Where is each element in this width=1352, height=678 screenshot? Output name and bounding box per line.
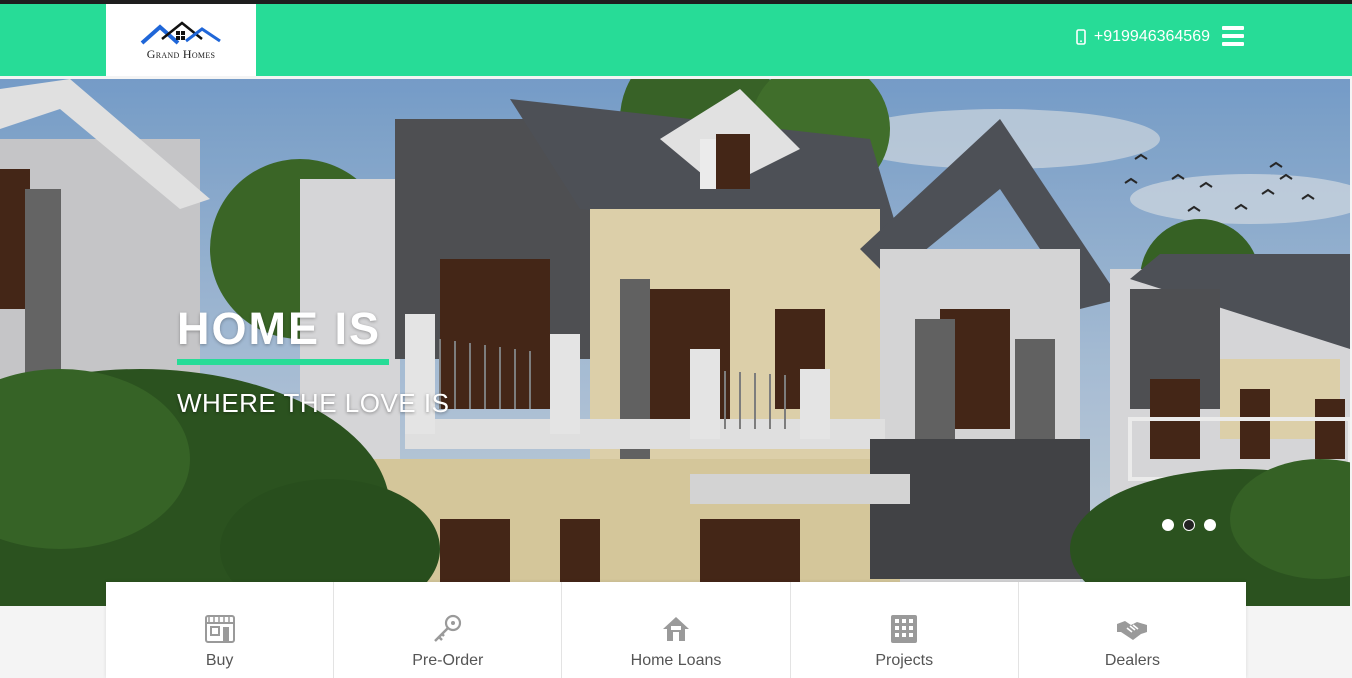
house-icon [663, 617, 689, 641]
hero-title-underline [177, 359, 389, 365]
store-icon [204, 615, 235, 643]
logo-roofs-icon [140, 20, 221, 44]
mobile-phone-icon [1076, 29, 1086, 45]
slider-dot-3[interactable] [1204, 519, 1216, 531]
handshake-icon [1117, 621, 1148, 640]
phone-contact[interactable]: +919946364569 [1076, 28, 1210, 46]
slider-dot-2[interactable] [1183, 519, 1195, 531]
service-label: Pre-Order [412, 652, 484, 669]
service-label: Projects [875, 652, 934, 669]
phone-number[interactable]: +919946364569 [1094, 28, 1210, 46]
service-home-loans[interactable]: Home Loans [562, 582, 791, 678]
service-projects[interactable]: Projects [791, 582, 1019, 678]
hero-subtitle: WHERE THE LOVE IS [177, 388, 450, 418]
service-label: Buy [205, 652, 234, 669]
building-icon [891, 615, 918, 643]
site-header: Grand Homes +919946364569 [0, 4, 1352, 76]
menu-bar [1222, 42, 1244, 46]
service-label: Dealers [1104, 652, 1160, 669]
service-pre-order[interactable]: Pre-Order [334, 582, 563, 678]
service-dealers[interactable]: Dealers [1019, 582, 1246, 678]
service-buy[interactable]: Buy [106, 582, 335, 678]
hero-slider: HOME IS WHERE THE LOVE IS [0, 79, 1350, 606]
menu-bar [1222, 26, 1244, 30]
logo[interactable]: Grand Homes [106, 4, 256, 76]
hero-title: HOME IS [177, 303, 382, 354]
hamburger-menu-button[interactable] [1222, 26, 1244, 48]
menu-bar [1222, 34, 1244, 38]
slider-pagination [1162, 519, 1216, 531]
logo-text: Grand Homes [146, 46, 216, 61]
service-label: Home Loans [630, 652, 722, 669]
slider-dot-1[interactable] [1162, 519, 1174, 531]
key-icon [433, 614, 461, 642]
services-bar: Buy Pre-Order Home Loans Projects Dealer… [106, 582, 1246, 678]
